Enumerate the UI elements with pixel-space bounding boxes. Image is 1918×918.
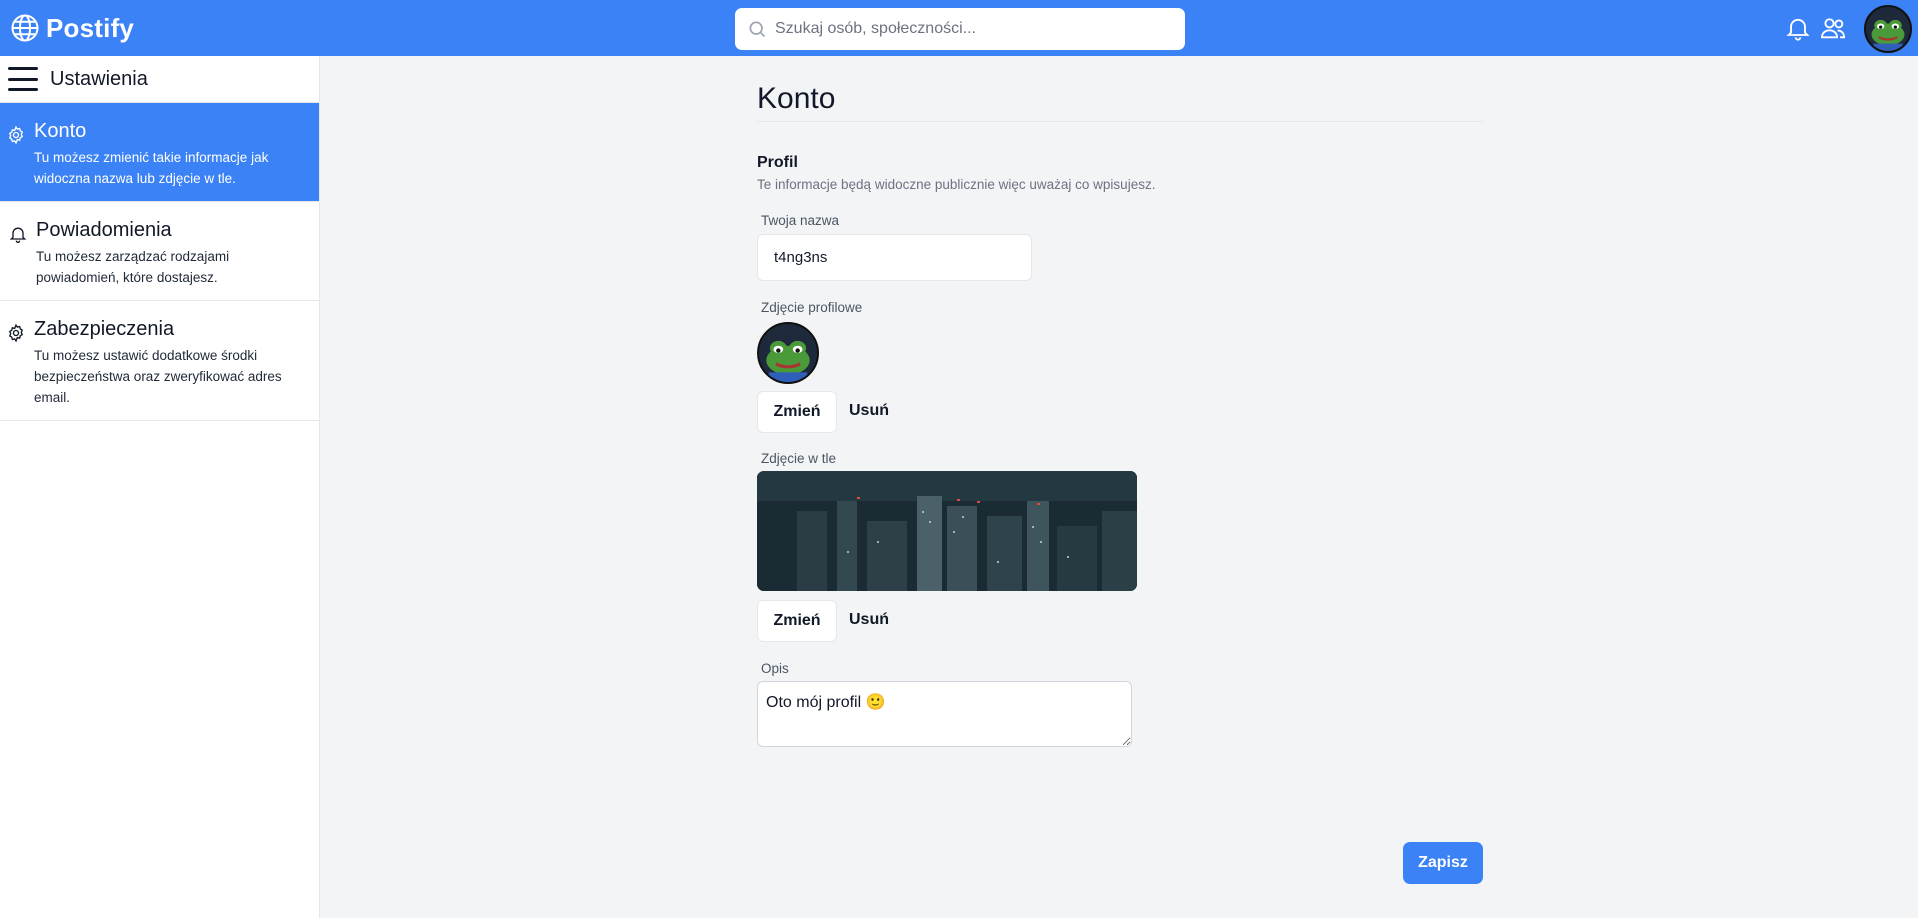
description-textarea[interactable]: Oto mój profil 🙂: [757, 681, 1132, 747]
sidebar-item-title: Konto: [34, 120, 87, 142]
sidebar-title: Ustawienia: [50, 67, 148, 90]
page-title: Konto: [757, 82, 836, 115]
save-button[interactable]: Zapisz: [1403, 842, 1483, 884]
sidebar-item-desc: Tu możesz zmienić takie informacje jak w…: [34, 150, 269, 186]
name-input[interactable]: [757, 234, 1032, 281]
title-divider: [757, 121, 1483, 122]
city-night-image: [757, 471, 1137, 591]
sidebar-header: Ustawienia: [0, 56, 319, 103]
sidebar-item-desc: Tu możesz ustawić dodatkowe środki bezpi…: [34, 348, 282, 405]
globe-icon: [11, 14, 39, 42]
notifications-button[interactable]: [1784, 14, 1812, 42]
gear-icon: [6, 125, 26, 145]
profile-pic-label: Zdjęcie profilowe: [761, 300, 863, 315]
sidebar-item-zabezpieczenia[interactable]: Zabezpieczenia Tu możesz ustawić dodatko…: [0, 301, 319, 421]
brand-logo[interactable]: Postify: [10, 13, 134, 44]
remove-profile-pic-button[interactable]: Usuń: [849, 402, 889, 420]
sidebar-item-desc: Tu możesz zarządzać rodzajami powiadomie…: [36, 249, 230, 285]
search-input[interactable]: [775, 20, 1175, 38]
bell-icon: [8, 224, 28, 244]
remove-banner-button[interactable]: Usuń: [849, 611, 889, 629]
banner-image: [757, 471, 1137, 591]
name-label: Twoja nazwa: [761, 213, 840, 228]
sidebar-item-title: Zabezpieczenia: [34, 318, 175, 340]
change-banner-button[interactable]: Zmień: [757, 600, 837, 642]
frog-avatar-icon: [759, 324, 817, 382]
top-bar: Postify: [0, 0, 1918, 56]
search-bar[interactable]: [735, 8, 1185, 50]
menu-icon[interactable]: [8, 67, 38, 91]
sidebar-item-powiadomienia[interactable]: Powiadomienia Tu możesz zarządzać rodzaj…: [0, 202, 319, 301]
section-description: Te informacje będą widoczne publicznie w…: [757, 177, 1156, 192]
friends-button[interactable]: [1819, 14, 1847, 42]
bell-icon: [1786, 18, 1810, 41]
change-profile-pic-button[interactable]: Zmień: [757, 391, 837, 433]
sidebar-item-konto[interactable]: Konto Tu możesz zmienić takie informacje…: [0, 103, 319, 202]
sidebar-item-title: Powiadomienia: [36, 219, 172, 241]
search-icon: [749, 21, 766, 38]
frog-avatar-icon: [1866, 7, 1910, 51]
description-label: Opis: [761, 661, 789, 676]
settings-sidebar: Ustawienia Konto Tu możesz zmienić takie…: [0, 56, 320, 918]
user-avatar[interactable]: [1864, 5, 1912, 53]
users-icon: [1820, 18, 1846, 39]
brand-name: Postify: [46, 12, 135, 43]
profile-picture: [757, 322, 819, 384]
gear-icon: [6, 323, 26, 343]
banner-label: Zdjęcie w tle: [761, 451, 837, 466]
section-title: Profil: [757, 154, 798, 171]
